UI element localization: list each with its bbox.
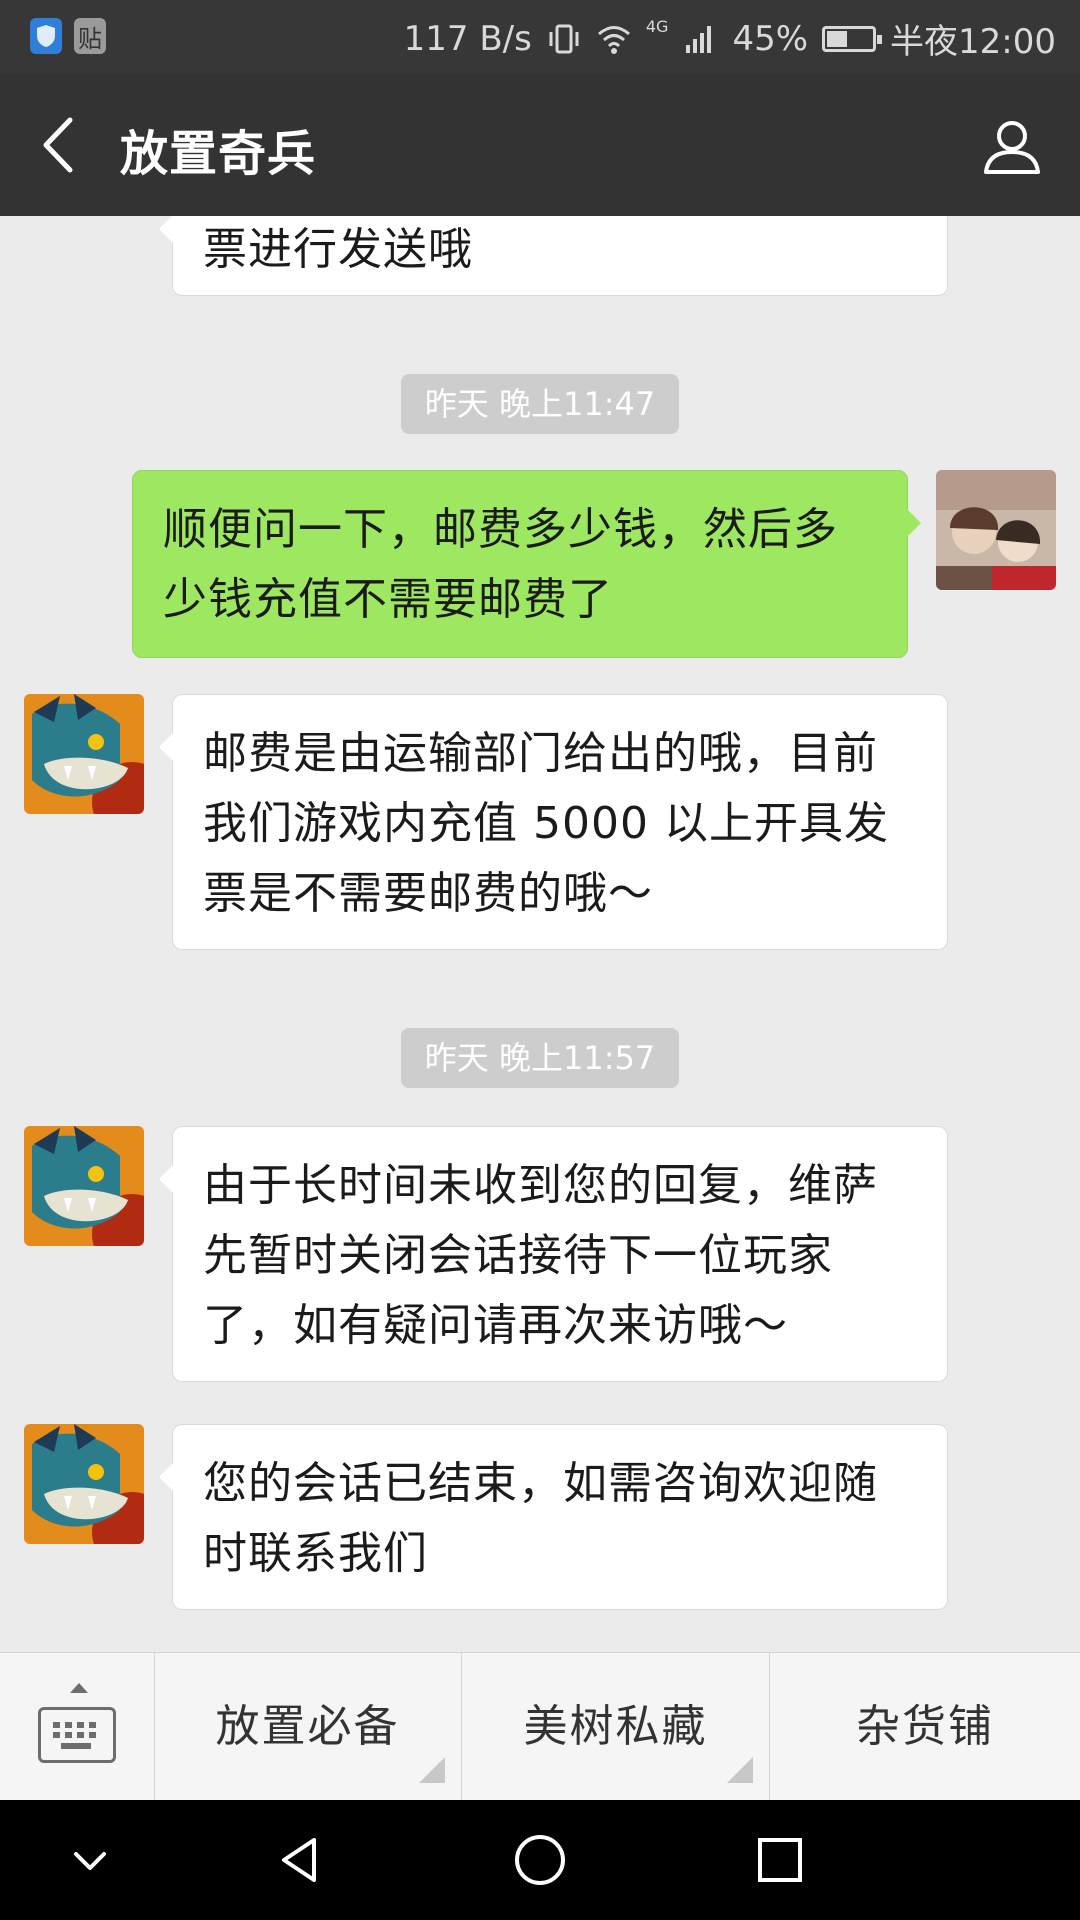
timestamp-divider: 昨天 晚上11:57 [401, 1028, 679, 1088]
system-navigation-bar [0, 1800, 1080, 1920]
message-bubble-incoming[interactable]: 票进行发送哦 [159, 216, 948, 296]
tieba-app-icon: 贴 [74, 18, 106, 54]
network-type: 4G [645, 17, 669, 36]
menu-button-private-collection[interactable]: 美树私藏 [462, 1653, 770, 1801]
status-bar: 贴 117 B/s 4G 45% 半夜12:00 [0, 0, 1080, 74]
recent-apps-square-icon[interactable] [750, 1830, 810, 1890]
timestamp-divider: 昨天 晚上11:47 [401, 374, 679, 434]
chevron-down-icon[interactable] [60, 1830, 120, 1890]
message-text: 邮费是由运输部门给出的哦，目前我们游戏内充值 5000 以上开具发票是不需要邮费… [203, 728, 889, 919]
dragon-game-avatar-image [24, 1424, 144, 1544]
dragon-game-avatar-image [24, 1126, 144, 1246]
my-avatar[interactable] [936, 470, 1056, 590]
message-bubble-incoming[interactable]: 邮费是由运输部门给出的哦，目前我们游戏内充值 5000 以上开具发票是不需要邮费… [159, 694, 948, 950]
message-text: 顺便问一下，邮费多少钱，然后多少钱充值不需要邮费了 [163, 504, 838, 625]
clock: 半夜12:00 [890, 22, 1056, 62]
vibrate-icon [549, 24, 579, 53]
keyboard-icon [38, 1707, 116, 1763]
battery-percent: 45% [732, 18, 809, 59]
keyboard-toggle-button[interactable] [0, 1653, 155, 1801]
menu-button-label: 杂货铺 [856, 1701, 994, 1752]
signal-icon [686, 25, 712, 53]
message-bubble-outgoing[interactable]: 顺便问一下，邮费多少钱，然后多少钱充值不需要邮费了 [132, 470, 921, 658]
shield-app-icon [30, 18, 62, 54]
message-text: 您的会话已结束，如需咨询欢迎随时联系我们 [203, 1458, 878, 1579]
submenu-indicator-icon [727, 1757, 753, 1783]
service-avatar[interactable] [24, 694, 144, 814]
menu-button-label: 放置必备 [215, 1701, 400, 1752]
home-circle-icon[interactable] [510, 1830, 570, 1890]
couple-portrait-image [936, 470, 1056, 590]
page-title: 放置奇兵 [120, 126, 317, 182]
message-text: 由于长时间未收到您的回复，维萨先暂时关闭会话接待下一位玩家了，如有疑问请再次来访… [203, 1160, 878, 1351]
back-arrow-icon[interactable] [30, 110, 90, 180]
caret-up-icon [70, 1683, 88, 1693]
service-menu-bar: 放置必备 美树私藏 杂货铺 [0, 1652, 1080, 1801]
menu-button-shop[interactable]: 杂货铺 [770, 1653, 1080, 1801]
profile-person-icon[interactable] [980, 114, 1044, 178]
submenu-indicator-icon [419, 1757, 445, 1783]
wifi-icon [597, 25, 630, 54]
message-bubble-incoming[interactable]: 您的会话已结束，如需咨询欢迎随时联系我们 [159, 1424, 948, 1610]
network-speed: 117 B/s [403, 18, 532, 59]
message-text: 票进行发送哦 [203, 224, 473, 275]
battery-icon [822, 25, 883, 52]
service-avatar[interactable] [24, 1126, 144, 1246]
service-avatar[interactable] [24, 1424, 144, 1544]
chat-header: 放置奇兵 [0, 74, 1080, 216]
menu-button-label: 美树私藏 [523, 1701, 708, 1752]
menu-button-essentials[interactable]: 放置必备 [154, 1653, 462, 1801]
back-triangle-icon[interactable] [270, 1830, 330, 1890]
message-bubble-incoming[interactable]: 由于长时间未收到您的回复，维萨先暂时关闭会话接待下一位玩家了，如有疑问请再次来访… [159, 1126, 948, 1382]
chat-message-list[interactable]: 票进行发送哦 昨天 晚上11:47 顺便问一下，邮费多少钱，然后多少钱充值不需要… [0, 216, 1080, 1652]
dragon-game-avatar-image [24, 694, 144, 814]
